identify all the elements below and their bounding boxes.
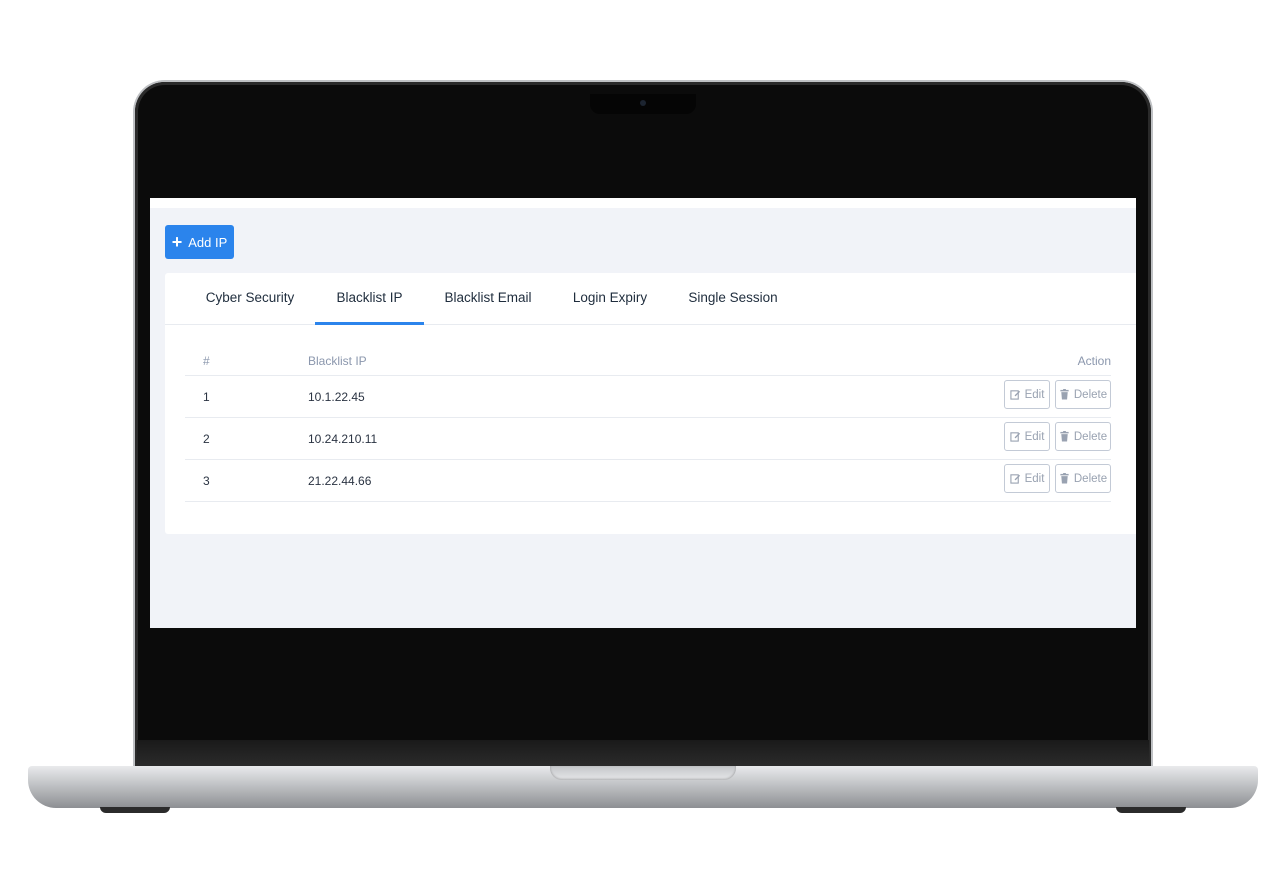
base-opening-notch [550,766,736,780]
edit-button[interactable]: Edit [1004,422,1050,451]
edit-icon [1009,474,1020,484]
edit-label: Edit [1024,430,1045,443]
laptop-foot-left [100,807,170,813]
table-row: 2 10.24.210.11 Edit Delete [185,418,1111,460]
delete-label: Delete [1073,388,1108,401]
bezel-bottom [137,740,1149,768]
trash-icon [1060,431,1069,442]
delete-button[interactable]: Delete [1055,464,1111,493]
edit-button[interactable]: Edit [1004,380,1050,409]
add-ip-button[interactable]: + Add IP [165,225,234,259]
delete-button[interactable]: Delete [1055,422,1111,451]
edit-icon [1009,390,1020,400]
table-row: 1 10.1.22.45 Edit Delete [185,376,1111,418]
row-ip: 10.24.210.11 [308,432,378,446]
tab-bar: Cyber Security Blacklist IP Blacklist Em… [165,273,1136,325]
row-ip: 10.1.22.45 [308,390,365,404]
edit-button[interactable]: Edit [1004,464,1050,493]
tab-blacklist-email[interactable]: Blacklist Email [435,273,541,322]
app-screen: + Add IP Cyber Security Blacklist IP Bla… [150,198,1136,628]
camera-icon [640,100,646,106]
blacklist-ip-table: # Blacklist IP Action 1 10.1.22.45 Edit … [185,349,1111,502]
edit-label: Edit [1024,472,1045,485]
tab-cyber-security[interactable]: Cyber Security [195,273,305,322]
delete-label: Delete [1073,430,1108,443]
header-action: Action [1077,354,1111,368]
tab-login-expiry[interactable]: Login Expiry [565,273,655,322]
row-number: 2 [203,432,210,446]
table-row: 3 21.22.44.66 Edit Delete [185,460,1111,502]
trash-icon [1060,389,1069,400]
header-blacklist-ip: Blacklist IP [308,354,367,368]
delete-button[interactable]: Delete [1055,380,1111,409]
row-ip: 21.22.44.66 [308,474,372,488]
edit-label: Edit [1024,388,1045,401]
settings-card: Cyber Security Blacklist IP Blacklist Em… [165,273,1136,534]
header-band [150,198,1136,208]
trash-icon [1060,473,1069,484]
laptop-foot-right [1116,807,1186,813]
header-number: # [203,354,210,368]
delete-label: Delete [1073,472,1108,485]
row-number: 3 [203,474,210,488]
table-header: # Blacklist IP Action [185,349,1111,376]
plus-icon: + [171,231,183,252]
add-ip-label: Add IP [188,234,228,250]
edit-icon [1009,432,1020,442]
tab-single-session[interactable]: Single Session [683,273,783,322]
row-number: 1 [203,390,210,404]
tab-blacklist-ip[interactable]: Blacklist IP [315,273,424,325]
